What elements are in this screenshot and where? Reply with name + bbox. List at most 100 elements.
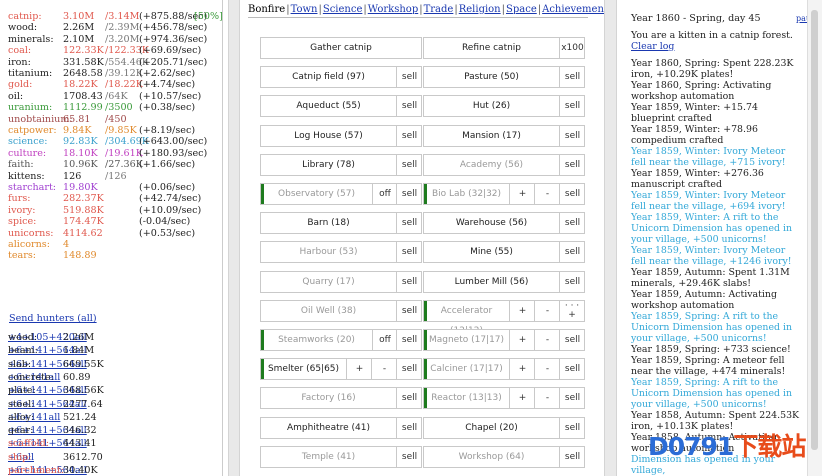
decrement-button[interactable]: - xyxy=(534,184,560,204)
sell-button[interactable]: sell xyxy=(559,446,585,467)
building-button[interactable]: Academy (56) sell xyxy=(423,153,585,176)
resource-value: 1112.99 xyxy=(63,102,103,114)
building-button[interactable]: Library (78) sell xyxy=(260,153,422,176)
craft-value: 1.84M xyxy=(63,345,95,357)
craft-a4-link[interactable]: all xyxy=(49,412,61,423)
building-label: Amphitheatre (41) xyxy=(286,422,371,433)
sell-button[interactable]: sell xyxy=(396,300,422,321)
building-button[interactable]: Factory (16) sell xyxy=(260,387,422,410)
sell-button[interactable]: sell xyxy=(559,271,585,292)
sell-button[interactable]: sell xyxy=(559,67,585,88)
building-button[interactable]: Oil Well (38) sell xyxy=(260,299,422,322)
building-button[interactable]: Warehouse (56) sell xyxy=(423,212,585,235)
increment-button[interactable]: + xyxy=(509,359,535,380)
building-label: Warehouse (56) xyxy=(455,218,528,229)
sell-button[interactable]: sell xyxy=(396,67,422,88)
sell-button[interactable]: sell xyxy=(559,213,585,234)
building-button[interactable]: Pasture (50) sell xyxy=(423,66,585,89)
craft-value: 669.55K xyxy=(63,358,104,370)
tab-bonfire[interactable]: Bonfire xyxy=(248,4,285,15)
send-hunters-link[interactable]: Send hunters (all) xyxy=(9,313,97,324)
building-button[interactable]: Catnip field (97) sell xyxy=(260,66,422,89)
decrement-button[interactable]: - xyxy=(534,300,560,321)
building-button[interactable]: Amphitheatre (41) sell xyxy=(260,416,422,439)
building-button[interactable]: Aqueduct (55) sell xyxy=(260,95,422,118)
tab-workshop[interactable]: Workshop xyxy=(368,4,418,15)
sell-button[interactable]: sell xyxy=(396,125,422,146)
sell-button[interactable]: sell xyxy=(396,388,422,409)
building-button[interactable]: Smelter (65|65) + - sell xyxy=(260,358,422,381)
building-button[interactable]: Accelerator (12|12)+-· · · + xyxy=(423,299,585,336)
increment-button[interactable]: + xyxy=(346,359,372,380)
tab-science[interactable]: Science xyxy=(323,4,363,15)
resource-value: 18.10K xyxy=(63,147,98,159)
sell-button[interactable]: sell xyxy=(396,242,422,263)
building-button[interactable]: Hut (26) sell xyxy=(423,95,585,118)
building-button[interactable]: Log House (57) sell xyxy=(260,124,422,147)
sell-button[interactable]: sell xyxy=(559,417,585,438)
craft-value: 368.56K xyxy=(63,385,104,397)
off-button[interactable]: off xyxy=(372,330,397,350)
increment-button[interactable]: + xyxy=(509,300,535,321)
building-button[interactable]: Mansion (17) sell xyxy=(423,124,585,147)
scrollbar-thumb[interactable] xyxy=(811,10,818,450)
x100-button[interactable]: x100 xyxy=(559,38,585,58)
tab-space[interactable]: Space xyxy=(506,4,537,15)
increment-button[interactable]: + xyxy=(509,184,535,204)
tab-trade[interactable]: Trade xyxy=(424,4,454,15)
decrement-button[interactable]: - xyxy=(534,388,560,409)
building-button[interactable]: Bio Lab (32|32) + - sell xyxy=(423,183,585,205)
sell-button[interactable]: sell xyxy=(396,330,422,350)
building-button[interactable]: Harbour (53) sell xyxy=(260,241,422,264)
building-label: Refine catnip xyxy=(461,43,522,53)
building-label: Oil Well (38) xyxy=(300,305,357,316)
sell-button[interactable]: sell xyxy=(396,184,422,204)
sell-button[interactable]: sell xyxy=(396,359,422,380)
sell-button[interactable]: sell xyxy=(396,271,422,292)
increment-button[interactable]: + xyxy=(509,330,535,350)
building-button[interactable]: Mine (55) sell xyxy=(423,241,585,264)
sell-button[interactable]: sell xyxy=(396,96,422,117)
sell-button[interactable]: sell xyxy=(396,154,422,175)
decrement-button[interactable]: - xyxy=(534,330,560,350)
building-button[interactable]: Reactor (13|13) + - sell xyxy=(423,387,585,410)
sell-button[interactable]: sell xyxy=(396,417,422,438)
clear-log-link[interactable]: Clear log xyxy=(631,41,674,52)
increment-button[interactable]: + xyxy=(509,388,535,409)
resource-rate: (+0.06/sec) xyxy=(139,182,196,193)
sell-button[interactable]: sell xyxy=(559,96,585,117)
sell-button[interactable]: sell xyxy=(559,125,585,146)
building-button[interactable]: Lumber Mill (56) sell xyxy=(423,270,585,293)
craft-name: steel: xyxy=(8,398,35,410)
building-label: Pasture (50) xyxy=(464,72,519,83)
building-button[interactable]: Steamworks (20) off sell xyxy=(260,329,422,351)
building-button[interactable]: Gather catnip xyxy=(260,37,422,59)
building-button[interactable]: Barn (18) sell xyxy=(260,212,422,235)
sell-button[interactable]: sell xyxy=(396,446,422,467)
building-button[interactable]: Refine catnip x100 xyxy=(423,37,585,59)
tab-town[interactable]: Town xyxy=(291,4,318,15)
sell-button[interactable]: sell xyxy=(559,388,585,409)
building-button[interactable]: Temple (41) sell xyxy=(260,445,422,468)
building-button[interactable]: Chapel (20) sell xyxy=(423,416,585,439)
sell-button[interactable]: sell xyxy=(396,213,422,234)
tab-achievements[interactable]: Achievements xyxy=(542,4,613,15)
sell-button[interactable]: sell xyxy=(559,330,585,350)
decrement-button[interactable]: - xyxy=(534,359,560,380)
sell-button[interactable]: sell xyxy=(559,359,585,380)
building-label: Hut (26) xyxy=(472,101,511,112)
more-button[interactable]: · · · + xyxy=(559,300,584,321)
building-button[interactable]: Magneto (17|17) + - sell xyxy=(423,329,585,351)
sell-button[interactable]: sell xyxy=(559,242,585,263)
building-button[interactable]: Calciner (17|17) + - sell xyxy=(423,358,585,381)
building-button[interactable]: Quarry (17) sell xyxy=(260,270,422,293)
building-button[interactable]: Observatory (57) off sell xyxy=(260,183,422,205)
off-button[interactable]: off xyxy=(372,184,397,204)
resource-rate: (+643.00/sec) xyxy=(139,136,208,148)
sell-button[interactable]: sell xyxy=(559,154,585,175)
decrement-button[interactable]: - xyxy=(371,359,397,380)
tab-religion[interactable]: Religion xyxy=(459,4,501,15)
sell-button[interactable]: sell xyxy=(559,184,585,204)
building-button[interactable]: Workshop (64) sell xyxy=(423,445,585,468)
page-scrollbar[interactable] xyxy=(807,0,822,476)
